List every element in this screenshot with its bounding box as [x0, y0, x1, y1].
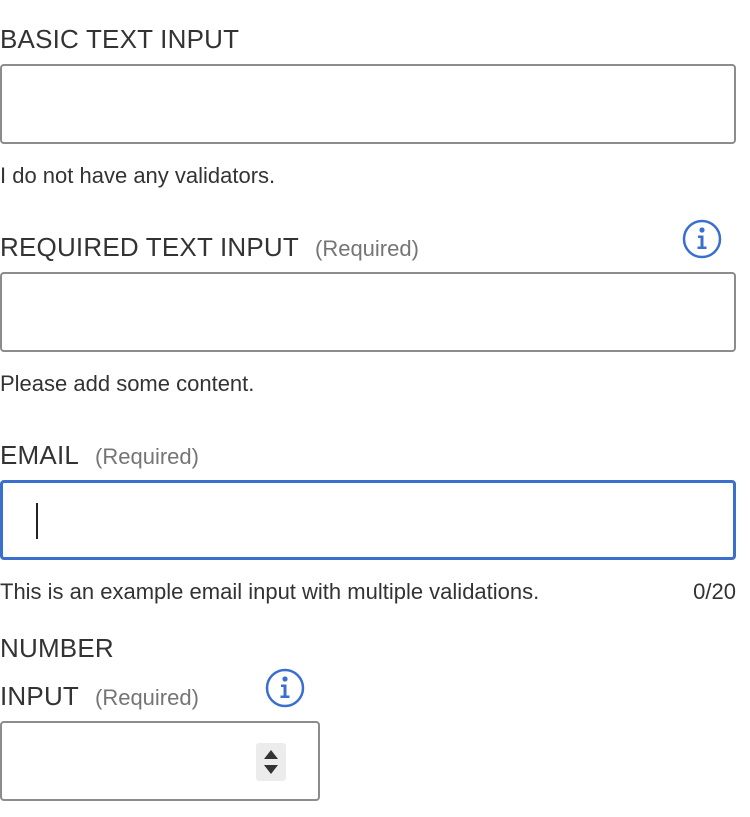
email-character-counter: 0/20 — [693, 579, 736, 604]
spinner-up-icon[interactable] — [264, 750, 278, 759]
number-spinner[interactable] — [256, 743, 286, 781]
email-label-row: EMAIL (Required) — [0, 440, 199, 471]
info-icon[interactable] — [265, 668, 305, 708]
spinner-down-icon[interactable] — [264, 765, 278, 774]
required-text-input-label-row: REQUIRED TEXT INPUT (Required) — [0, 232, 419, 263]
required-indicator: (Required) — [315, 236, 419, 261]
required-text-input-help: Please add some content. — [0, 371, 255, 396]
required-indicator: (Required) — [95, 685, 199, 710]
number-input-label-line2: INPUT — [0, 681, 79, 711]
basic-text-input-label-row: BASIC TEXT INPUT — [0, 24, 239, 55]
number-input-label-row-2: INPUT (Required) — [0, 681, 199, 712]
required-indicator: (Required) — [95, 444, 199, 469]
email-label: EMAIL — [0, 440, 80, 470]
email-help: This is an example email input with mult… — [0, 579, 540, 604]
required-text-input-field[interactable] — [0, 272, 736, 352]
info-icon[interactable] — [682, 219, 722, 259]
basic-text-input-label: BASIC TEXT INPUT — [0, 24, 240, 54]
number-input-field[interactable] — [0, 721, 320, 801]
required-text-input-label: REQUIRED TEXT INPUT — [0, 232, 299, 262]
number-input-label-line1: NUMBER — [0, 633, 114, 663]
email-field[interactable] — [0, 480, 736, 560]
basic-text-input-field[interactable] — [0, 64, 736, 144]
basic-text-input-help: I do not have any validators. — [0, 163, 276, 188]
text-cursor — [36, 503, 38, 539]
number-input-label-row-1: NUMBER — [0, 633, 114, 664]
